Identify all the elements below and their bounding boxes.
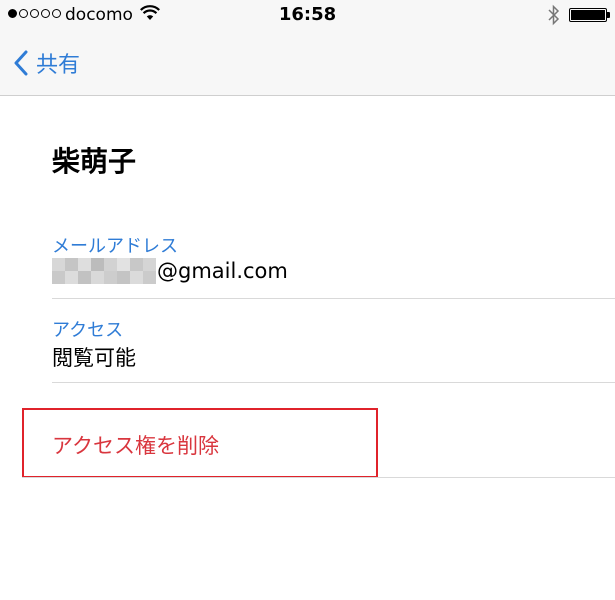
clock: 16:58 xyxy=(278,4,337,25)
back-button[interactable]: 共有 xyxy=(14,46,80,80)
status-bar: docomo 16:58 xyxy=(0,0,615,32)
access-value: 閲覧可能 xyxy=(52,346,136,370)
person-name: 柴萌子 xyxy=(52,145,137,178)
chevron-left-icon xyxy=(14,50,28,76)
battery-fill xyxy=(571,10,605,20)
email-domain: @gmail.com xyxy=(157,259,288,283)
access-label: アクセス xyxy=(52,320,124,341)
bluetooth-icon xyxy=(548,4,560,30)
redacted-email-mosaic xyxy=(52,258,156,284)
battery-icon xyxy=(569,8,607,22)
divider xyxy=(22,477,615,478)
divider xyxy=(52,298,615,299)
back-button-label: 共有 xyxy=(36,53,81,78)
navigation-bar: 共有 xyxy=(0,32,615,96)
battery-tip xyxy=(607,12,610,18)
highlight-annotation xyxy=(22,408,378,478)
email-value: @gmail.com xyxy=(52,258,288,284)
divider xyxy=(52,382,615,383)
email-label: メールアドレス xyxy=(52,236,178,257)
